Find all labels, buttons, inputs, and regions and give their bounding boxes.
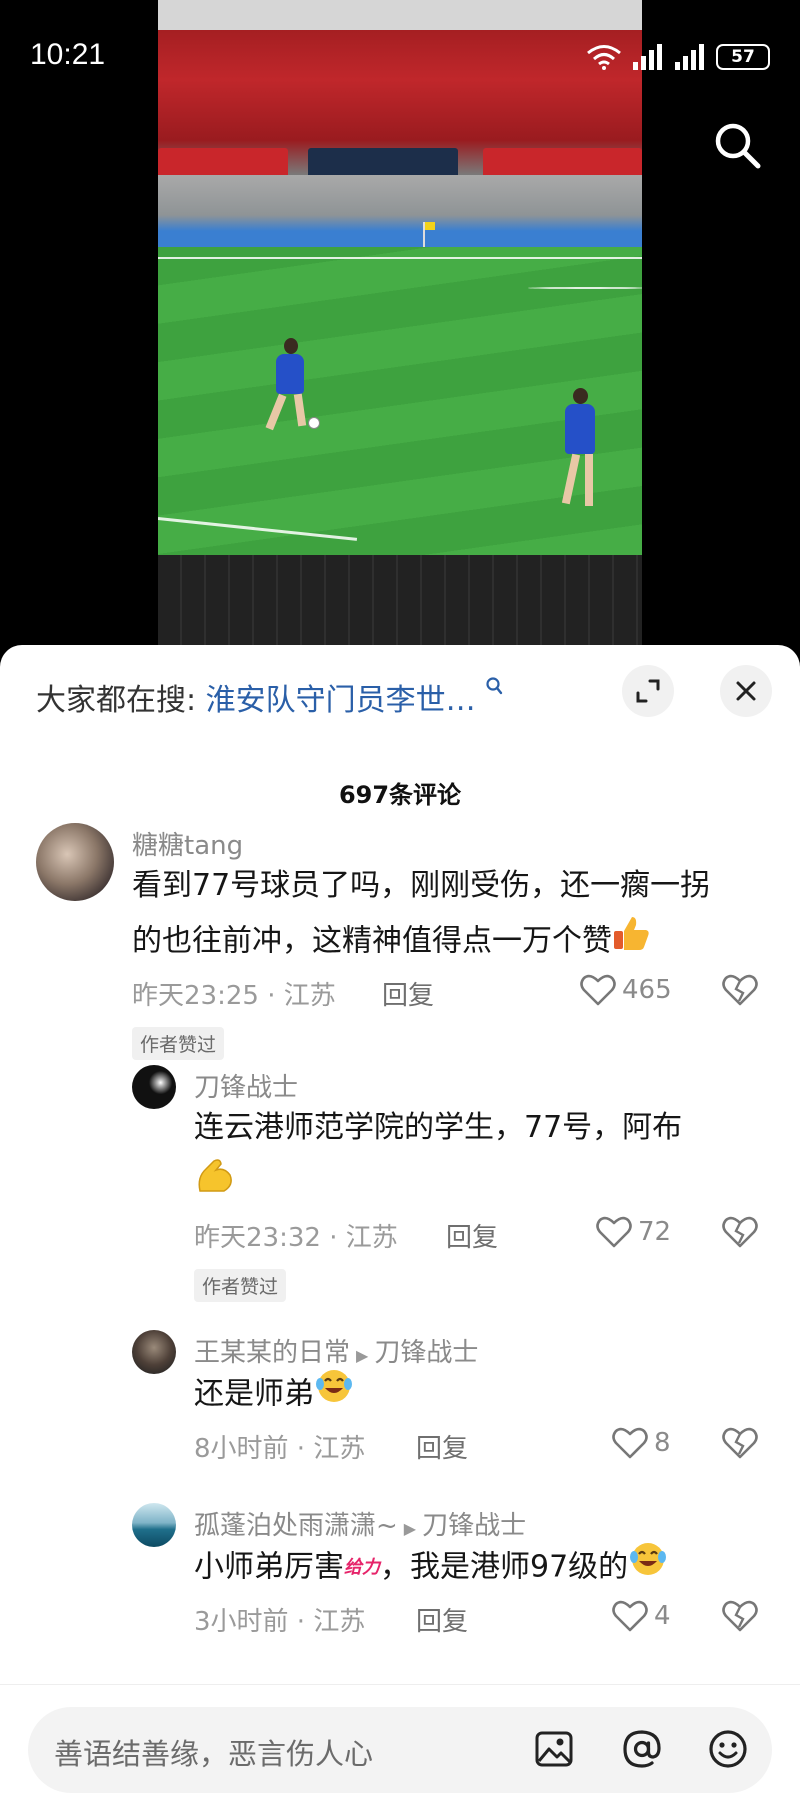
comment-text-line: 看到77号球员了吗，刚刚受伤，还一瘸一拐 xyxy=(132,868,711,903)
reply-button[interactable]: 回复 xyxy=(446,1217,498,1254)
close-icon xyxy=(736,681,756,701)
comment-time-location: 8小时前 · 江苏 xyxy=(194,1434,366,1464)
broken-heart-icon xyxy=(722,974,758,1006)
like-button[interactable]: 8 xyxy=(612,1426,671,1460)
comment-username[interactable]: 糖糖tang xyxy=(132,825,243,862)
comment-count-title: 697条评论 xyxy=(338,781,462,809)
like-button[interactable]: 465 xyxy=(580,973,672,1007)
comment-time-location: 昨天23:25 · 江苏 xyxy=(132,981,336,1011)
at-icon xyxy=(623,1730,661,1768)
track-walkway xyxy=(158,175,642,247)
heart-icon xyxy=(580,974,616,1006)
dislike-button[interactable] xyxy=(722,1599,758,1637)
trending-search-prefix: 大家都在搜: xyxy=(36,683,197,718)
broken-heart-icon xyxy=(722,1600,758,1632)
like-count: 72 xyxy=(638,1217,672,1247)
comment-sheet: 大家都在搜: 淮安队守门员李世… 697条评论 糖糖tang 看到77号球员了吗… xyxy=(0,645,800,1814)
comment-item: 糖糖tang 看到77号球员了吗，刚刚受伤，还一瘸一拐 的也往前冲，这精神值得点… xyxy=(0,815,800,1105)
comment-text: 还是师弟 xyxy=(194,1366,774,1424)
like-count: 8 xyxy=(654,1428,671,1458)
comment-text: 看到77号球员了吗，刚刚受伤，还一瘸一拐 的也往前冲，这精神值得点一万个赞 xyxy=(132,859,772,971)
close-button[interactable] xyxy=(720,665,772,717)
laughing-tears-emoji-icon xyxy=(314,1366,354,1424)
comment-text: 连云港师范学院的学生，77号，阿布 xyxy=(194,1101,774,1215)
emoji-button[interactable] xyxy=(704,1725,752,1773)
reply-item: 刀锋战士 连云港师范学院的学生，77号，阿布 昨天23:32 · 江苏 回复 7… xyxy=(0,1065,800,1315)
laughing-tears-emoji-icon xyxy=(628,1539,668,1597)
like-count: 465 xyxy=(622,975,672,1005)
reply-button[interactable]: 回复 xyxy=(382,975,434,1012)
reply-button[interactable]: 回复 xyxy=(416,1428,468,1465)
reply-button[interactable]: 回复 xyxy=(416,1601,468,1638)
trending-search-keyword[interactable]: 淮安队守门员李世… xyxy=(206,683,476,718)
football xyxy=(308,417,320,429)
avatar[interactable] xyxy=(36,823,114,901)
expand-icon xyxy=(636,679,660,703)
comment-username[interactable]: 孤蓬泊处雨潇潇~ ▶ 刀锋战士 xyxy=(194,1505,526,1542)
dislike-button[interactable] xyxy=(722,1215,758,1253)
geili-sticker: 给力 xyxy=(344,1557,380,1578)
comment-input-bar: 善语结善缘，恶言伤人心 xyxy=(0,1684,800,1814)
avatar[interactable] xyxy=(132,1065,176,1109)
wifi-icon xyxy=(587,45,621,70)
reply-arrow-icon: ▶ xyxy=(403,1519,417,1538)
avatar[interactable] xyxy=(132,1503,176,1547)
author-liked-tag: 作者赞过 xyxy=(132,1027,225,1060)
like-count: 4 xyxy=(654,1601,671,1631)
comment-text-line: 的也往前冲，这精神值得点一万个赞 xyxy=(132,913,772,971)
signal-icon xyxy=(675,44,704,70)
broken-heart-icon xyxy=(722,1427,758,1459)
comment-input-placeholder: 善语结善缘，恶言伤人心 xyxy=(54,1737,374,1771)
comment-time-location: 昨天23:32 · 江苏 xyxy=(194,1223,398,1253)
heart-icon xyxy=(596,1216,632,1248)
status-bar: 10:21 57 xyxy=(0,0,800,120)
status-time: 10:21 xyxy=(30,38,106,71)
video-search-button[interactable] xyxy=(712,120,764,172)
dislike-button[interactable] xyxy=(722,973,758,1011)
reply-item: 王某某的日常 ▶ 刀锋战士 还是师弟 8小时前 · 江苏 回复 8 xyxy=(0,1330,800,1490)
heart-icon xyxy=(612,1427,648,1459)
reply-item: 孤蓬泊处雨潇潇~ ▶ 刀锋战士 小师弟厉害给力，我是港师97级的 3小时前 · 江苏… xyxy=(0,1503,800,1673)
comment-input[interactable]: 善语结善缘，恶言伤人心 xyxy=(28,1707,772,1793)
player-77 xyxy=(561,388,601,513)
like-button[interactable]: 4 xyxy=(612,1599,671,1633)
battery-icon: 57 xyxy=(716,44,770,70)
reply-arrow-icon: ▶ xyxy=(356,1346,369,1365)
avatar[interactable] xyxy=(132,1330,176,1374)
comment-time-location: 3小时前 · 江苏 xyxy=(194,1607,366,1637)
author-liked-tag: 作者赞过 xyxy=(194,1269,287,1302)
status-icons: 57 xyxy=(586,44,770,70)
signal-icon xyxy=(633,44,662,70)
broken-heart-icon xyxy=(722,1216,758,1248)
corner-flag xyxy=(423,222,435,248)
comment-username[interactable]: 刀锋战士 xyxy=(194,1067,298,1104)
ad-boards xyxy=(158,555,642,645)
heart-icon xyxy=(612,1600,648,1632)
thumbs-up-emoji-icon xyxy=(612,913,652,971)
comment-text-line: 连云港师范学院的学生，77号，阿布 xyxy=(194,1110,683,1145)
search-icon xyxy=(486,677,503,695)
like-button[interactable]: 72 xyxy=(596,1215,671,1249)
dislike-button[interactable] xyxy=(722,1426,758,1464)
expand-button[interactable] xyxy=(622,665,674,717)
comment-username[interactable]: 王某某的日常 ▶ 刀锋战士 xyxy=(194,1332,478,1369)
image-button[interactable] xyxy=(530,1725,578,1773)
comment-text-line xyxy=(194,1155,774,1215)
comment-text: 小师弟厉害给力，我是港师97级的 xyxy=(194,1539,774,1597)
image-icon xyxy=(535,1731,573,1767)
search-icon xyxy=(715,123,761,169)
emoji-icon xyxy=(709,1730,747,1768)
mention-button[interactable] xyxy=(618,1725,666,1773)
trending-search[interactable]: 大家都在搜: 淮安队守门员李世… xyxy=(36,675,503,719)
flexed-biceps-emoji-icon xyxy=(194,1155,236,1215)
